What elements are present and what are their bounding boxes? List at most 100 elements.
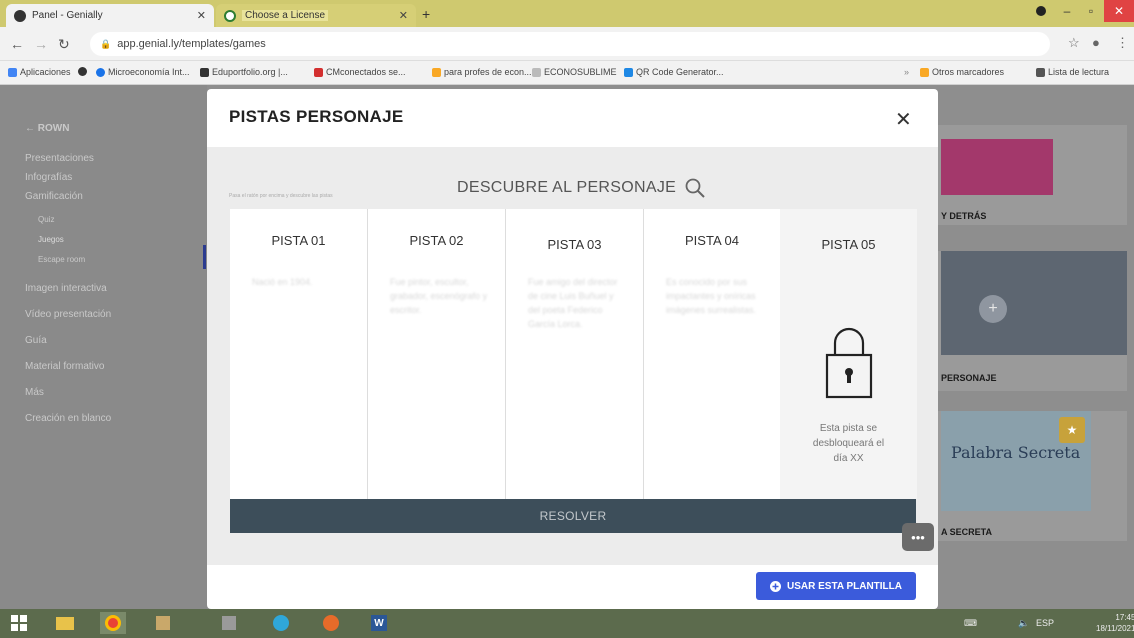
sidebar-item-guia[interactable]: Guía: [25, 335, 47, 346]
sidebar-item-gamificacion[interactable]: Gamificación: [25, 191, 83, 202]
url-text: app.genial.ly/templates/games: [117, 38, 266, 50]
reading-list-icon: [1036, 67, 1045, 77]
forward-icon[interactable]: →: [34, 36, 48, 52]
maximize-icon[interactable]: ▫: [1080, 0, 1102, 22]
template-card-label: Y DETRÁS: [941, 211, 987, 221]
sidebar-item-infografias[interactable]: Infografías: [25, 172, 72, 183]
genially-favicon-icon: [14, 9, 26, 22]
template-preview-modal: PISTAS PERSONAJE ✕ Pasa el ratón por enc…: [207, 89, 938, 609]
profile-icon[interactable]: [1030, 0, 1052, 22]
browser-title-bar: Panel - Genially ✕ Choose a License ✕ + …: [0, 0, 1134, 27]
use-template-button[interactable]: USAR ESTA PLANTILLA: [756, 572, 916, 600]
folder-icon: [920, 67, 929, 77]
preview-instructions: Pasa el ratón por encima y descubre las …: [229, 193, 333, 199]
sidebar-item-juegos[interactable]: Juegos: [38, 235, 64, 244]
clue-text: Nació en 1904.: [252, 277, 313, 287]
template-card[interactable]: + PERSONAJE: [937, 251, 1127, 391]
clue-title: PISTA 02: [409, 233, 464, 248]
template-thumbnail: +: [941, 251, 1127, 355]
app-icon[interactable]: [150, 612, 176, 634]
sidebar-brand[interactable]: ← ROWN: [25, 123, 69, 134]
sidebar-item-video-presentacion[interactable]: Vídeo presentación: [25, 309, 111, 320]
apps-icon: [8, 67, 17, 77]
minimize-icon[interactable]: –: [1056, 0, 1078, 22]
resolve-button[interactable]: RESOLVER: [230, 499, 916, 533]
windows-taskbar: W ⌨ 🔈 ESP 17:45 18/11/2021: [0, 609, 1134, 638]
template-card[interactable]: Palabra Secreta ★ A SECRETA: [937, 411, 1127, 541]
account-icon[interactable]: ●: [1092, 35, 1100, 50]
drive-icon: [432, 67, 441, 77]
language-indicator[interactable]: ESP: [1036, 618, 1054, 628]
close-icon[interactable]: ✕: [895, 107, 912, 132]
more-options-button[interactable]: •••: [902, 523, 934, 551]
tab-panel-genially[interactable]: Panel - Genially ✕: [6, 4, 214, 27]
close-tab-icon[interactable]: ✕: [399, 9, 408, 22]
clue-card-5[interactable]: PISTA 05 Esta pista se desbloqueará el d…: [780, 209, 917, 499]
bookmark-cmconectados[interactable]: CMconectados se...: [314, 67, 406, 77]
preview-heading: DESCUBRE AL PERSONAJE: [457, 179, 677, 196]
template-card-label: A SECRETA: [941, 527, 993, 537]
bookmark-star-icon[interactable]: ☆: [1068, 35, 1080, 51]
bookmark-para-profes[interactable]: para profes de econ...: [432, 67, 532, 77]
clue-card-2[interactable]: PISTA 02 Fue pintor, escultor, grabador,…: [368, 209, 505, 499]
clue-card-3[interactable]: PISTA 03 Fue amigo del director de cine …: [506, 209, 643, 499]
more-bookmarks-icon[interactable]: »: [904, 67, 909, 77]
reload-icon[interactable]: ↻: [58, 36, 70, 53]
sidebar-item-material-formativo[interactable]: Material formativo: [25, 361, 104, 372]
back-icon[interactable]: ←: [10, 36, 24, 52]
browser-toolbar: ← → ↻ 🔒 app.genial.ly/templates/games ☆ …: [0, 27, 1134, 61]
clue-title: PISTA 05: [821, 237, 876, 252]
locked-clue-text: Esta pista se desbloqueará el día XX: [812, 423, 885, 464]
app-icon[interactable]: [216, 612, 242, 634]
address-bar[interactable]: 🔒 app.genial.ly/templates/games: [90, 32, 1050, 56]
sidebar-item-mas[interactable]: Más: [25, 387, 44, 398]
clue-card-4[interactable]: PISTA 04 Es conocido por sus impactantes…: [644, 209, 780, 499]
bookmark-microeconomia[interactable]: Microeconomía Int...: [96, 67, 190, 77]
bookmark-lista-lectura[interactable]: Lista de lectura: [1036, 67, 1109, 77]
new-tab-icon[interactable]: +: [422, 6, 430, 22]
keyboard-icon[interactable]: ⌨: [964, 618, 977, 629]
tab-choose-license[interactable]: Choose a License ✕: [216, 4, 416, 27]
bookmarks-bar: Aplicaciones Microeconomía Int... Edupor…: [0, 61, 1134, 85]
close-tab-icon[interactable]: ✕: [197, 9, 206, 22]
file-explorer-icon[interactable]: [52, 612, 78, 634]
modal-title: PISTAS PERSONAJE: [229, 107, 404, 126]
edge-icon[interactable]: [268, 612, 294, 634]
volume-icon[interactable]: 🔈: [1018, 618, 1029, 629]
template-thumb-title: Palabra Secreta: [951, 443, 1081, 462]
bookmark-aplicaciones[interactable]: Aplicaciones: [8, 67, 71, 77]
sidebar-item-creacion-en-blanco[interactable]: Creación en blanco: [25, 413, 111, 424]
clue-text: Fue pintor, escultor, grabador, escenógr…: [390, 277, 488, 315]
eduportfolio-icon: [200, 67, 209, 77]
lock-icon: 🔒: [100, 38, 112, 49]
tab-label: Panel - Genially: [32, 10, 103, 21]
windows-start-icon[interactable]: [6, 612, 32, 634]
chrome-icon[interactable]: [100, 612, 126, 634]
bookmark-qr-code[interactable]: QR Code Generator...: [624, 67, 724, 77]
file-icon: [532, 67, 541, 77]
close-window-icon[interactable]: ✕: [1104, 0, 1134, 22]
preview-heading-row: DESCUBRE AL PERSONAJE: [457, 177, 706, 199]
system-clock[interactable]: 17:45 18/11/2021: [1096, 612, 1134, 634]
sidebar-item-imagen-interactiva[interactable]: Imagen interactiva: [25, 283, 107, 294]
qr-icon: [624, 67, 633, 77]
menu-icon[interactable]: ⋮: [1116, 35, 1129, 51]
star-icon: ★: [1059, 417, 1085, 443]
template-card[interactable]: Y DETRÁS: [937, 125, 1127, 225]
use-template-label: USAR ESTA PLANTILLA: [787, 580, 902, 592]
bookmark-github[interactable]: [78, 67, 87, 76]
word-icon[interactable]: W: [366, 612, 392, 634]
sidebar-item-quiz[interactable]: Quiz: [38, 215, 54, 224]
template-thumbnail: [941, 139, 1053, 195]
clue-card-1[interactable]: PISTA 01 Nació en 1904.: [230, 209, 367, 499]
add-icon[interactable]: +: [979, 295, 1007, 323]
bookmark-otros-marcadores[interactable]: Otros marcadores: [920, 67, 1004, 77]
firefox-icon[interactable]: [318, 612, 344, 634]
sidebar-item-presentaciones[interactable]: Presentaciones: [25, 153, 94, 164]
clue-title: PISTA 03: [547, 237, 602, 252]
tab-label: Choose a License: [242, 10, 329, 21]
bookmark-eduportfolio[interactable]: Eduportfolio.org |...: [200, 67, 288, 77]
bookmark-econosublime[interactable]: ECONOSUBLIME: [532, 67, 617, 77]
clock-time: 17:45: [1115, 613, 1134, 622]
sidebar-item-escape-room[interactable]: Escape room: [38, 255, 85, 264]
